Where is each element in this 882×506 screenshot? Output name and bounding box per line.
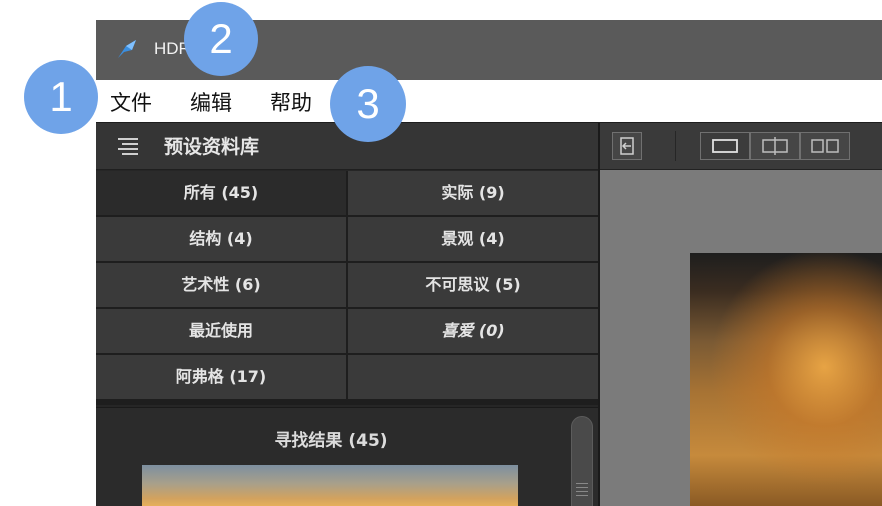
category-afg[interactable]: 阿弗格 (17) xyxy=(96,355,346,399)
viewer-toolbar xyxy=(600,123,882,170)
back-button[interactable] xyxy=(612,132,642,160)
back-icon xyxy=(620,137,634,155)
category-favorites[interactable]: 喜爱 (0) xyxy=(348,309,598,353)
category-grid: 所有 (45) 实际 (9) 结构 (4) 景观 (4) 艺术性 (6) 不可思… xyxy=(96,171,598,405)
image-viewer xyxy=(600,123,882,506)
menu-help[interactable]: 帮助 xyxy=(270,87,312,117)
grip-line xyxy=(576,491,588,492)
split-view-button[interactable] xyxy=(750,132,800,160)
scrollbar-thumb[interactable] xyxy=(571,416,593,506)
menu-file[interactable]: 文件 xyxy=(110,87,152,117)
presets-library-title: 预设资料库 xyxy=(164,136,260,158)
search-results-title: 寻找结果 (45) xyxy=(274,431,388,451)
menu-edit[interactable]: 编辑 xyxy=(190,87,232,117)
menu-bar: 文件 编辑 帮助 xyxy=(96,80,882,123)
toolbar-separator xyxy=(675,131,676,161)
callout-badge-2: 2 xyxy=(184,2,258,76)
category-realistic[interactable]: 实际 (9) xyxy=(348,171,598,215)
side-by-side-icon xyxy=(811,139,839,153)
category-all[interactable]: 所有 (45) xyxy=(96,171,346,215)
results-scrollbar[interactable] xyxy=(566,408,598,506)
category-recent[interactable]: 最近使用 xyxy=(96,309,346,353)
search-results: 寻找结果 (45) xyxy=(96,407,598,506)
app-window: HDR Pro 2 文件 编辑 帮助 预设资料库 所有 (45) 实际 (9) … xyxy=(96,20,882,506)
side-by-side-button[interactable] xyxy=(800,132,850,160)
callout-badge-3: 3 xyxy=(330,66,406,142)
preset-thumbnail[interactable] xyxy=(142,465,518,506)
app-logo-icon xyxy=(118,40,136,58)
category-landscape[interactable]: 景观 (4) xyxy=(348,217,598,261)
hdr-image-preview[interactable] xyxy=(690,253,882,506)
grip-line xyxy=(576,495,588,496)
list-icon[interactable] xyxy=(118,137,138,155)
single-view-button[interactable] xyxy=(700,132,750,160)
category-surreal[interactable]: 不可思议 (5) xyxy=(348,263,598,307)
callout-badge-1: 1 xyxy=(24,60,98,134)
grip-line xyxy=(576,487,588,488)
category-empty-slot xyxy=(348,355,598,399)
split-view-icon xyxy=(762,137,788,155)
category-artistic[interactable]: 艺术性 (6) xyxy=(96,263,346,307)
category-structure[interactable]: 结构 (4) xyxy=(96,217,346,261)
presets-panel: 预设资料库 所有 (45) 实际 (9) 结构 (4) 景观 (4) 艺术性 (… xyxy=(96,123,598,506)
grip-line xyxy=(576,483,588,484)
single-view-icon xyxy=(712,139,738,153)
